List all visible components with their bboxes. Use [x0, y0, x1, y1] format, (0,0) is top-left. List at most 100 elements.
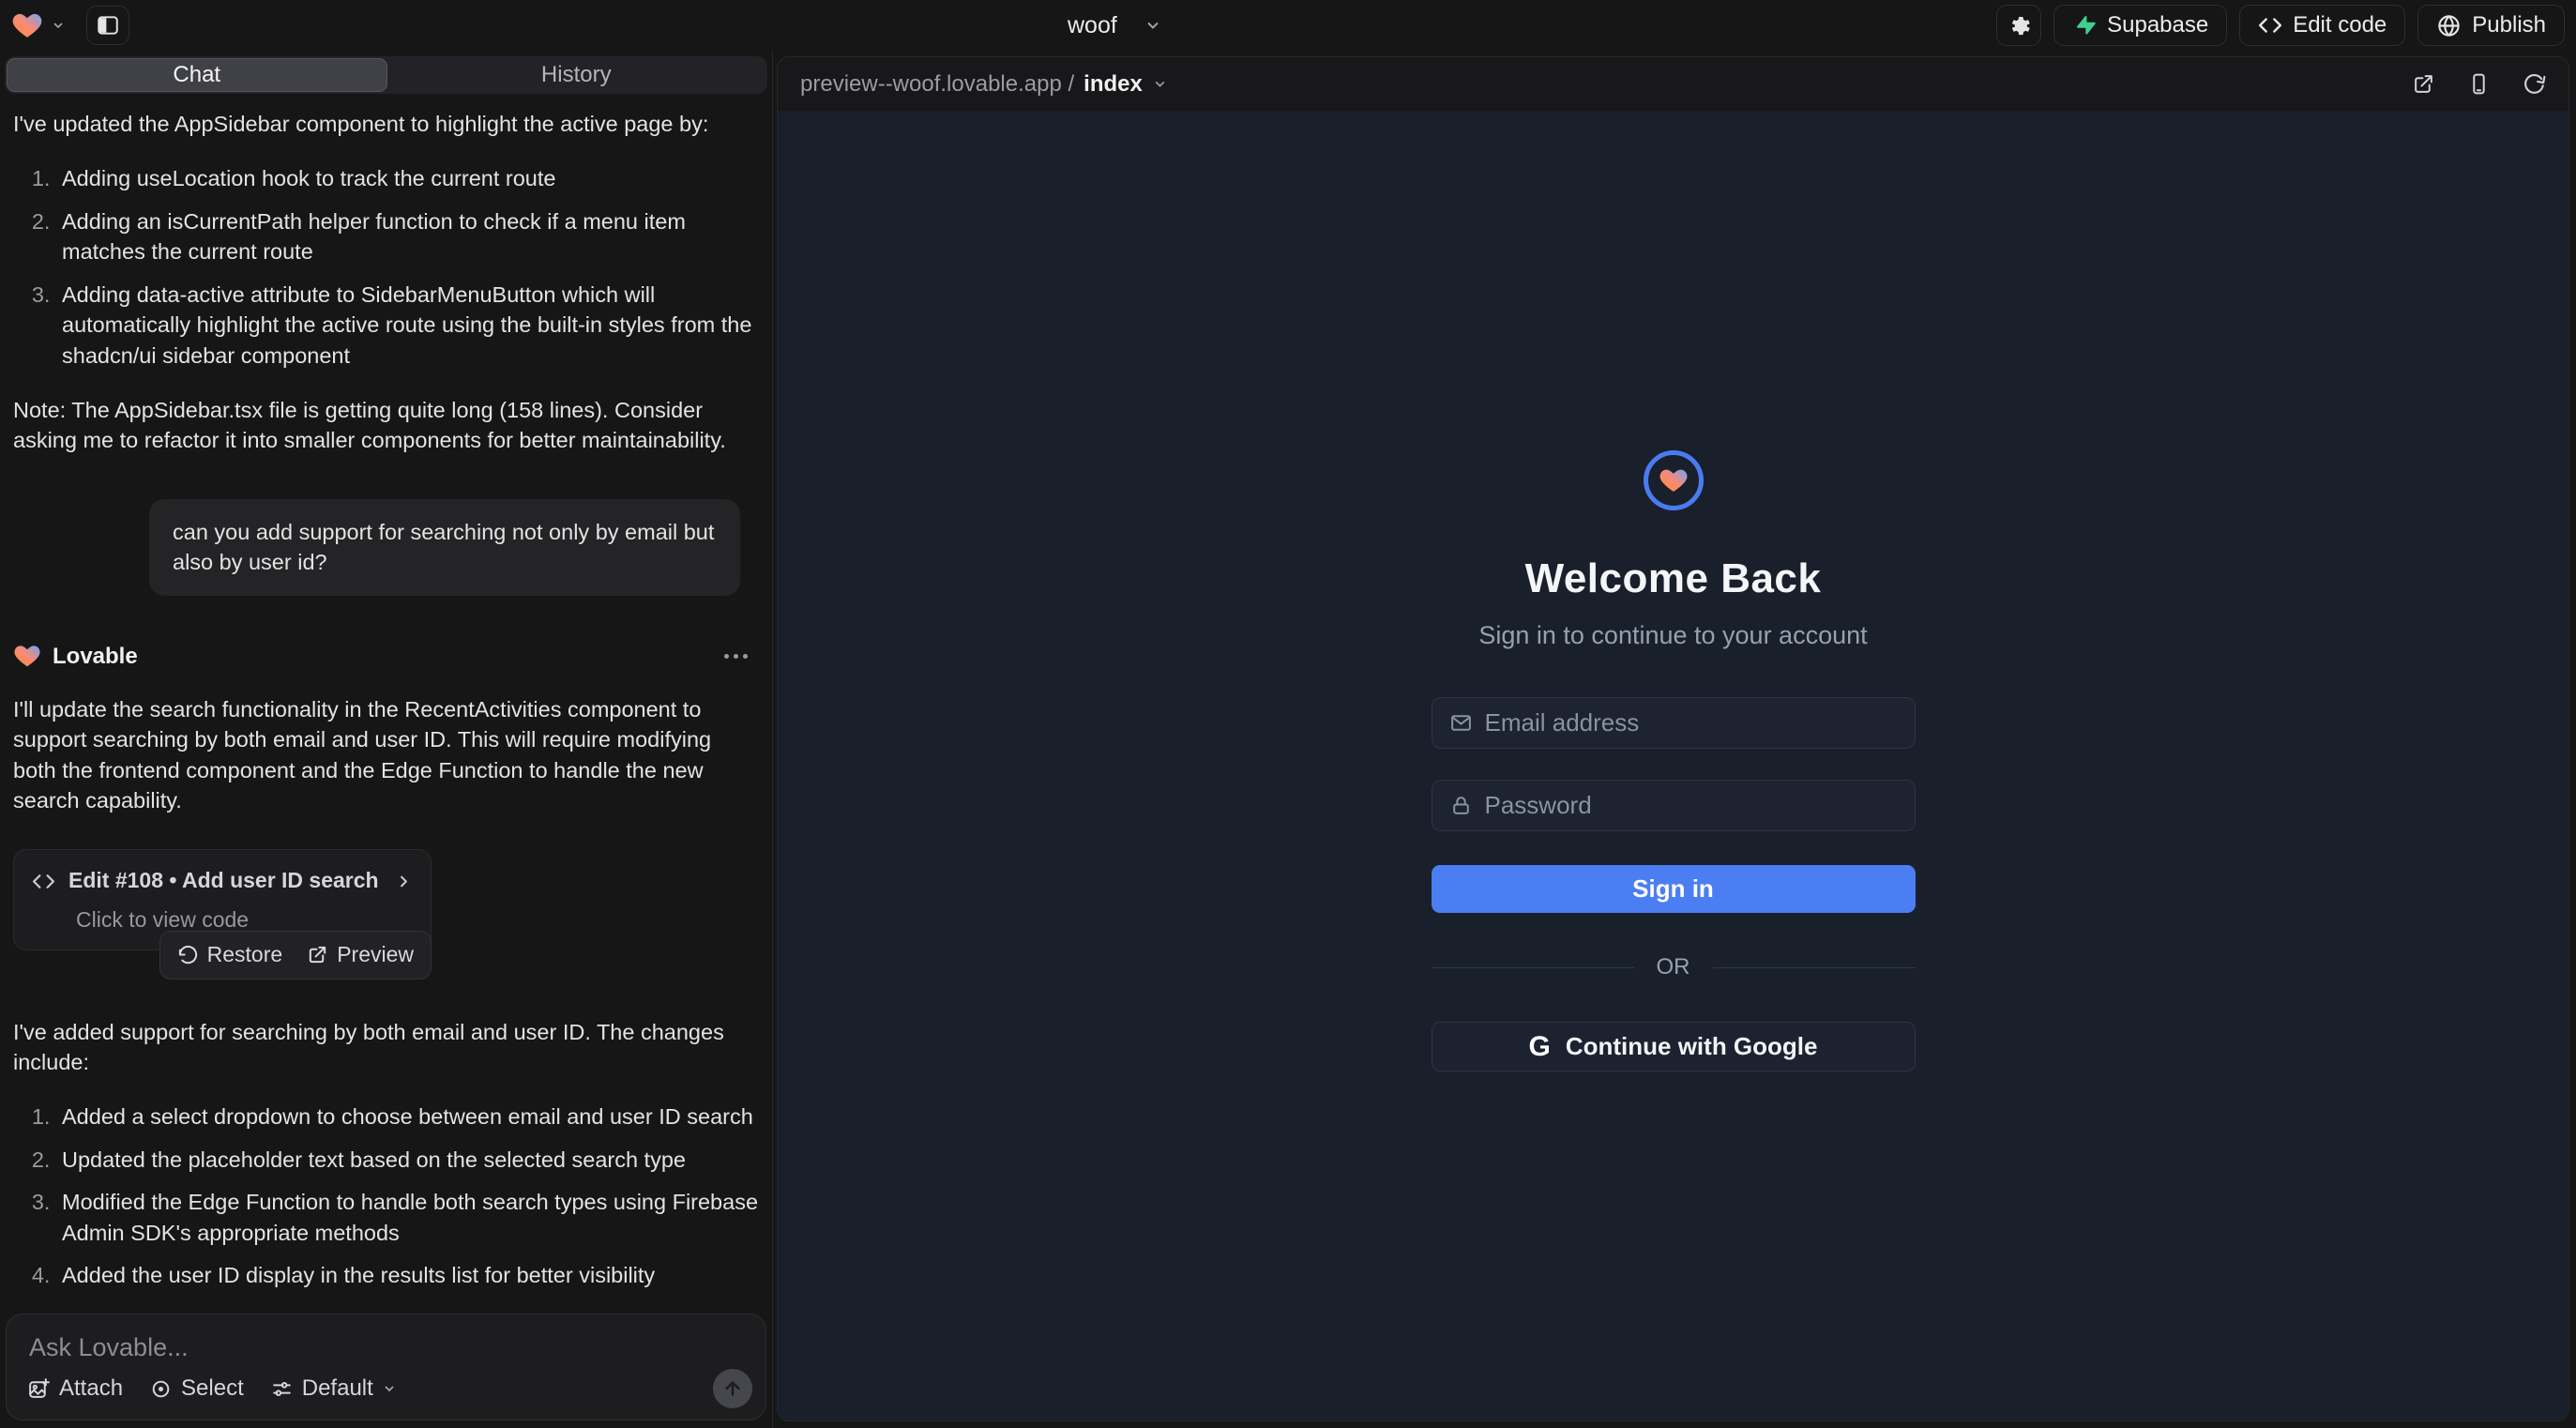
- chevron-down-icon: [51, 18, 66, 33]
- supabase-button[interactable]: Supabase: [2053, 5, 2227, 46]
- restore-label: Restore: [207, 940, 283, 970]
- code-icon: [2258, 13, 2282, 38]
- arrow-up-icon: [722, 1378, 743, 1399]
- tab-chat[interactable]: Chat: [7, 58, 387, 92]
- mobile-view-button[interactable]: [2467, 72, 2491, 96]
- password-input[interactable]: [1485, 791, 1898, 820]
- assistant-message-text: I've added support for searching by both…: [13, 1017, 759, 1078]
- external-link-icon: [2412, 72, 2435, 96]
- email-input[interactable]: [1485, 708, 1898, 737]
- or-label: OR: [1657, 954, 1690, 980]
- supabase-icon: [2072, 13, 2097, 38]
- preview-panel: preview--woof.lovable.app / index: [773, 51, 2576, 1428]
- sliders-icon: [270, 1377, 294, 1401]
- restore-button[interactable]: Restore: [177, 940, 283, 970]
- top-bar: woof Supabase Edit code Publish: [0, 0, 2576, 51]
- tab-history[interactable]: History: [387, 58, 766, 92]
- list-item: Adding data-active attribute to SidebarM…: [56, 280, 759, 371]
- signin-subtitle: Sign in to continue to your account: [1478, 621, 1867, 650]
- target-icon: [149, 1377, 173, 1401]
- attach-label: Attach: [59, 1375, 123, 1402]
- list-item: Adding an isCurrentPath helper function …: [56, 206, 759, 267]
- globe-icon: [2436, 13, 2462, 38]
- lovable-heart-icon: [11, 9, 43, 41]
- preview-url-breadcrumb[interactable]: preview--woof.lovable.app / index: [800, 71, 1168, 98]
- list-item: Added the user ID display in the results…: [56, 1260, 759, 1290]
- more-options-icon[interactable]: [724, 654, 748, 659]
- project-switcher[interactable]: woof: [1068, 0, 1162, 51]
- google-signin-button[interactable]: G Continue with Google: [1432, 1022, 1916, 1071]
- settings-button[interactable]: [1996, 5, 2041, 46]
- assistant-steps-list: Adding useLocation hook to track the cur…: [56, 163, 759, 371]
- or-divider: OR: [1432, 954, 1916, 980]
- edit-code-label: Edit code: [2293, 12, 2387, 38]
- smartphone-icon: [2467, 72, 2491, 96]
- list-item: Updated the placeholder text based on th…: [56, 1145, 759, 1175]
- chevron-down-icon: [382, 1381, 397, 1396]
- chat-panel: Chat History I've updated the AppSidebar…: [0, 51, 773, 1428]
- preview-edit-button[interactable]: Preview: [307, 940, 414, 970]
- publish-label: Publish: [2472, 12, 2546, 38]
- user-message-text: can you add support for searching not on…: [173, 520, 714, 574]
- app-logo: [1644, 450, 1704, 510]
- assistant-header: Lovable: [13, 641, 759, 672]
- password-field: [1432, 780, 1916, 831]
- supabase-label: Supabase: [2107, 12, 2208, 38]
- lock-icon: [1449, 794, 1473, 817]
- user-message-bubble: can you add support for searching not on…: [149, 499, 740, 596]
- chevron-down-icon: [1144, 16, 1162, 35]
- open-in-new-tab-button[interactable]: [2412, 72, 2435, 96]
- edit-card-actions: Restore Preview: [159, 931, 432, 980]
- attach-button[interactable]: Attach: [27, 1375, 123, 1402]
- external-link-icon: [307, 944, 328, 965]
- signin-button[interactable]: Sign in: [1432, 865, 1916, 913]
- list-item: Added a select dropdown to choose betwee…: [56, 1101, 759, 1132]
- preview-frame: preview--woof.lovable.app / index: [777, 56, 2569, 1421]
- preview-url-prefix: preview--woof.lovable.app /: [800, 71, 1074, 98]
- preview-header: preview--woof.lovable.app / index: [778, 57, 2568, 111]
- mail-icon: [1449, 711, 1473, 735]
- select-element-button[interactable]: Select: [149, 1375, 244, 1402]
- toggle-sidebar-button[interactable]: [86, 6, 129, 45]
- code-icon: [32, 870, 55, 893]
- refresh-icon: [2523, 72, 2546, 96]
- publish-button[interactable]: Publish: [2417, 5, 2565, 46]
- restore-icon: [177, 944, 199, 965]
- email-field: [1432, 697, 1916, 749]
- model-label: Default: [302, 1375, 373, 1402]
- preview-viewport: Welcome Back Sign in to continue to your…: [778, 111, 2568, 1420]
- project-name: woof: [1068, 12, 1117, 39]
- heart-icon: [1659, 465, 1689, 495]
- chevron-down-icon: [1152, 76, 1168, 92]
- tab-history-label: History: [541, 62, 612, 88]
- send-button[interactable]: [713, 1369, 752, 1408]
- tab-chat-label: Chat: [173, 62, 220, 88]
- assistant-message-text: I'll update the search functionality in …: [13, 694, 759, 816]
- assistant-name: Lovable: [53, 641, 138, 672]
- list-item: Modified the Edge Function to handle bot…: [56, 1187, 759, 1248]
- refresh-button[interactable]: [2523, 72, 2546, 96]
- signin-card: Welcome Back Sign in to continue to your…: [1432, 450, 1916, 1071]
- chat-history-tabs: Chat History: [5, 56, 767, 94]
- google-icon: G: [1529, 1031, 1551, 1063]
- message-list[interactable]: I've updated the AppSidebar component to…: [0, 94, 772, 1299]
- chevron-right-icon: [395, 873, 413, 890]
- assistant-note-text: Note: The AppSidebar.tsx file is getting…: [13, 395, 759, 456]
- preview-label: Preview: [337, 940, 414, 970]
- assistant-steps-list: Added a select dropdown to choose betwee…: [56, 1101, 759, 1290]
- chat-composer: Attach Select Default: [6, 1314, 766, 1420]
- sidebar-panel-icon: [96, 13, 120, 38]
- assistant-message-text: I've updated the AppSidebar component to…: [13, 109, 759, 139]
- attach-image-icon: [27, 1377, 51, 1401]
- model-selector[interactable]: Default: [270, 1375, 397, 1402]
- lovable-heart-icon: [13, 642, 41, 670]
- preview-page-name: index: [1083, 71, 1143, 98]
- select-label: Select: [181, 1375, 244, 1402]
- edit-code-button[interactable]: Edit code: [2239, 5, 2405, 46]
- list-item: Adding useLocation hook to track the cur…: [56, 163, 759, 193]
- google-signin-label: Continue with Google: [1566, 1032, 1818, 1061]
- edit-card-title: Edit #108 • Add user ID search supp...: [68, 866, 382, 896]
- gear-icon: [2007, 13, 2032, 38]
- lovable-logo-menu[interactable]: [11, 9, 66, 41]
- chat-input[interactable]: [7, 1314, 765, 1362]
